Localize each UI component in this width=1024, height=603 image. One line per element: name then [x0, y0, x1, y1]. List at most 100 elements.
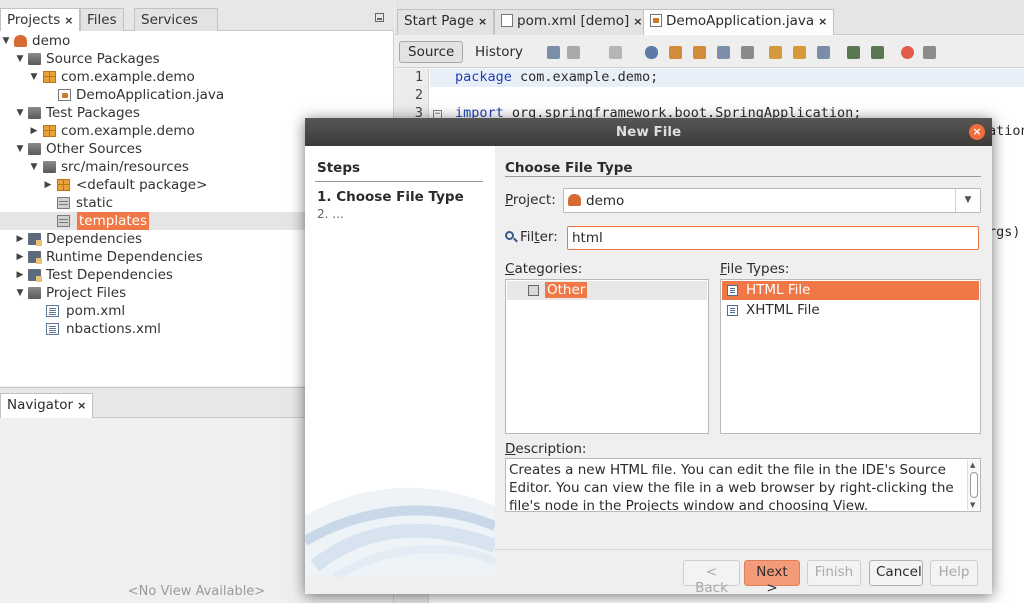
resources-icon	[43, 161, 56, 173]
scroll-up-icon[interactable]: ▲	[970, 461, 975, 469]
close-icon[interactable]: ×	[478, 15, 487, 28]
finish-button[interactable]: Finish	[807, 560, 861, 586]
previous-bookmark-icon[interactable]	[769, 46, 782, 59]
forward-icon[interactable]	[609, 46, 622, 59]
categories-label: Categories:	[505, 261, 583, 277]
toggle-rectangular-selection-icon[interactable]	[741, 46, 754, 59]
search-icon	[505, 231, 514, 240]
expand-toggle-icon[interactable]: ▼	[29, 158, 39, 176]
code-line: package com.example.demo;	[455, 69, 659, 85]
project-combobox[interactable]: demo ▼	[563, 188, 981, 213]
expand-toggle-icon[interactable]: ▼	[15, 50, 25, 68]
line-number: 2	[414, 87, 423, 103]
other-sources-icon	[28, 143, 41, 155]
package-icon	[57, 179, 70, 191]
divider	[505, 176, 981, 177]
folder-icon	[57, 197, 70, 209]
find-icon[interactable]	[645, 46, 658, 59]
toggle-bookmark-icon[interactable]	[817, 46, 830, 59]
collapse-toggle-icon[interactable]: ▶	[29, 122, 39, 140]
expand-toggle-icon[interactable]: ▼	[15, 140, 25, 158]
help-button[interactable]: Help	[930, 560, 978, 586]
project-label: Project:	[505, 192, 556, 208]
description-text: Creates a new HTML file. You can edit th…	[509, 462, 954, 512]
start-macro-icon[interactable]	[901, 46, 914, 59]
expand-toggle-icon[interactable]: ▼	[15, 284, 25, 302]
close-icon[interactable]: ×	[77, 399, 86, 412]
list-item-xhtml-file[interactable]: XHTML File	[722, 301, 979, 320]
stop-macro-icon[interactable]	[923, 46, 936, 59]
tab-projects[interactable]: Projects ×	[0, 8, 81, 32]
description-label: Description:	[505, 441, 587, 457]
project-icon	[568, 194, 581, 206]
file-types-list[interactable]: HTML File XHTML File	[720, 279, 981, 434]
toggle-highlight-icon[interactable]	[717, 46, 730, 59]
java-file-icon	[650, 14, 662, 27]
collapse-toggle-icon[interactable]: ▶	[15, 248, 25, 266]
close-icon[interactable]: ×	[64, 14, 73, 27]
history-view-button[interactable]: History	[475, 44, 523, 60]
divider	[315, 181, 483, 182]
code-fragment: rgs)	[988, 224, 1021, 240]
scroll-down-icon[interactable]: ▼	[970, 501, 975, 509]
expand-toggle-icon[interactable]: ▼	[15, 104, 25, 122]
next-button[interactable]: Next >	[744, 560, 800, 596]
collapse-toggle-icon[interactable]: ▶	[43, 176, 53, 194]
section-heading: Choose File Type	[505, 160, 633, 176]
tab-services[interactable]: Services	[134, 8, 218, 31]
next-bookmark-icon[interactable]	[793, 46, 806, 59]
source-packages-icon	[28, 53, 41, 65]
expand-toggle-icon[interactable]: ▼	[1, 32, 11, 50]
code-fragment: ation	[988, 123, 1024, 139]
xml-file-icon	[46, 305, 59, 317]
scroll-thumb[interactable]	[970, 472, 978, 498]
categories-list[interactable]: Other	[505, 279, 709, 434]
collapse-toggle-icon[interactable]: ▶	[15, 266, 25, 284]
line-number: 1	[414, 69, 423, 85]
steps-heading: Steps	[317, 160, 361, 176]
tab-demoapplication-java[interactable]: DemoApplication.java ×	[643, 9, 835, 35]
last-edit-icon[interactable]	[547, 46, 560, 59]
tab-start-page[interactable]: Start Page ×	[397, 9, 495, 35]
filter-input[interactable]: html	[567, 226, 979, 250]
xml-file-icon	[501, 14, 513, 27]
dialog-title: New File	[305, 118, 992, 146]
xml-file-icon	[46, 323, 59, 335]
cancel-button[interactable]: Cancel	[869, 560, 923, 586]
tab-files[interactable]: Files	[80, 8, 124, 31]
source-view-button[interactable]: Source	[399, 41, 464, 63]
description-scrollbar[interactable]: ▲ ▼	[967, 460, 979, 510]
list-item-html-file[interactable]: HTML File	[722, 281, 979, 300]
list-item-other[interactable]: Other	[507, 281, 707, 300]
package-icon	[43, 125, 56, 137]
find-next-icon[interactable]	[693, 46, 706, 59]
step-item: 2. ...	[317, 207, 344, 221]
java-file-icon	[58, 89, 71, 101]
project-files-icon	[28, 287, 41, 299]
expand-toggle-icon[interactable]: ▼	[29, 68, 39, 86]
xhtml-file-icon	[727, 305, 738, 316]
close-icon[interactable]: ×	[818, 15, 827, 28]
back-icon[interactable]	[567, 46, 580, 59]
test-packages-icon	[28, 107, 41, 119]
file-types-label: File Types:	[720, 261, 790, 277]
projects-tabbar: Projects × Files Services	[0, 0, 394, 32]
tab-navigator[interactable]: Navigator ×	[0, 393, 94, 418]
find-previous-icon[interactable]	[669, 46, 682, 59]
shift-left-icon[interactable]	[847, 46, 860, 59]
html-file-icon	[727, 285, 738, 296]
close-icon[interactable]: ×	[633, 15, 642, 28]
close-icon[interactable]: ×	[969, 124, 985, 140]
decorative-swoosh	[305, 487, 495, 577]
collapse-toggle-icon[interactable]: ▶	[15, 230, 25, 248]
chevron-down-icon[interactable]: ▼	[955, 189, 980, 212]
shift-right-icon[interactable]	[871, 46, 884, 59]
project-icon	[14, 35, 27, 47]
tab-pom-xml[interactable]: pom.xml [demo] ×	[494, 9, 650, 35]
editor-toolbar: Source History	[395, 36, 1024, 68]
back-button[interactable]: < Back	[683, 560, 740, 596]
minimize-icon[interactable]	[375, 13, 384, 22]
description-text-area[interactable]: Creates a new HTML file. You can edit th…	[505, 458, 981, 512]
editor-tabbar: Start Page × pom.xml [demo] × DemoApplicat…	[395, 0, 1024, 35]
package-icon	[43, 71, 56, 83]
